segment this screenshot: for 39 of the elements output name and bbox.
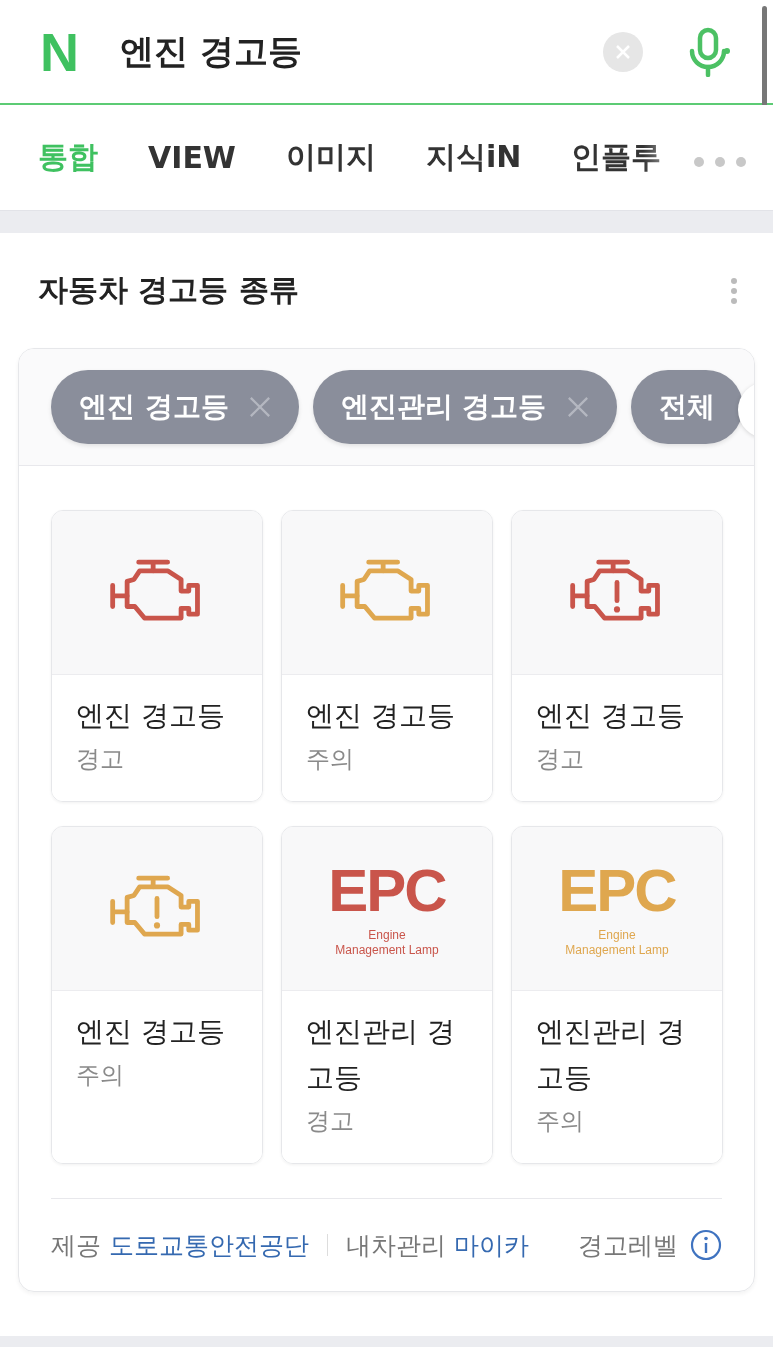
lamp-symbol: EPC	[328, 859, 446, 922]
warning-name: 엔진 경고등	[76, 1014, 226, 1050]
close-icon[interactable]	[566, 396, 589, 418]
lamp-caption: Engine Management Lamp	[565, 927, 669, 958]
warning-level: 경고	[536, 744, 585, 775]
warning-light-card[interactable]: 엔진 경고등 주의	[281, 510, 493, 802]
tab[interactable]: 지식iN	[425, 137, 522, 178]
warning-light-card[interactable]: 엔진 경고등 경고	[511, 510, 723, 802]
close-icon[interactable]	[248, 396, 271, 418]
lamp-symbol: EPC	[558, 859, 676, 922]
provider-link[interactable]: 도로교통안전공단	[109, 1228, 309, 1262]
lamp-caption: Engine Management Lamp	[335, 927, 439, 958]
more-icon[interactable]	[693, 156, 747, 168]
warning-level: 주의	[536, 1106, 585, 1137]
warning-light-card[interactable]: 엔진 경고등 주의	[51, 826, 263, 1164]
search-field[interactable]: 엔진 경고등	[120, 28, 603, 75]
tab[interactable]: 이미지	[285, 137, 376, 178]
warning-level: 경고	[306, 1106, 355, 1137]
legend-label[interactable]: 경고레벨	[578, 1228, 678, 1262]
warning-level: 주의	[76, 1060, 125, 1091]
section-title: 자동차 경고등 종류	[38, 271, 299, 309]
tab[interactable]: 인플루	[571, 137, 662, 178]
more-icon[interactable]	[731, 277, 737, 304]
mycar-link[interactable]: 마이카	[454, 1228, 529, 1262]
warning-light-card[interactable]: EPC Engine Management Lamp 엔진관리 경고등 경고	[281, 826, 493, 1164]
warning-name: 엔진 경고등	[536, 698, 686, 734]
warning-light-card[interactable]: EPC Engine Management Lamp 엔진관리 경고등 주의	[511, 826, 723, 1164]
warning-name: 엔진 경고등	[76, 698, 226, 734]
warning-name: 엔진관리 경고등	[536, 1014, 686, 1096]
mycar-label: 내차관리	[346, 1229, 446, 1262]
info-icon[interactable]	[690, 1229, 722, 1261]
warning-light-card[interactable]: 엔진 경고등 경고	[51, 510, 263, 802]
warning-name: 엔진관리 경고등	[306, 1014, 456, 1096]
clear-icon[interactable]	[603, 31, 643, 72]
warning-level: 경고	[76, 744, 125, 775]
warning-level: 주의	[306, 744, 355, 775]
warning-name: 엔진 경고등	[306, 698, 456, 734]
tab[interactable]: VIEW	[148, 140, 236, 175]
provider-label: 제공	[51, 1229, 101, 1262]
